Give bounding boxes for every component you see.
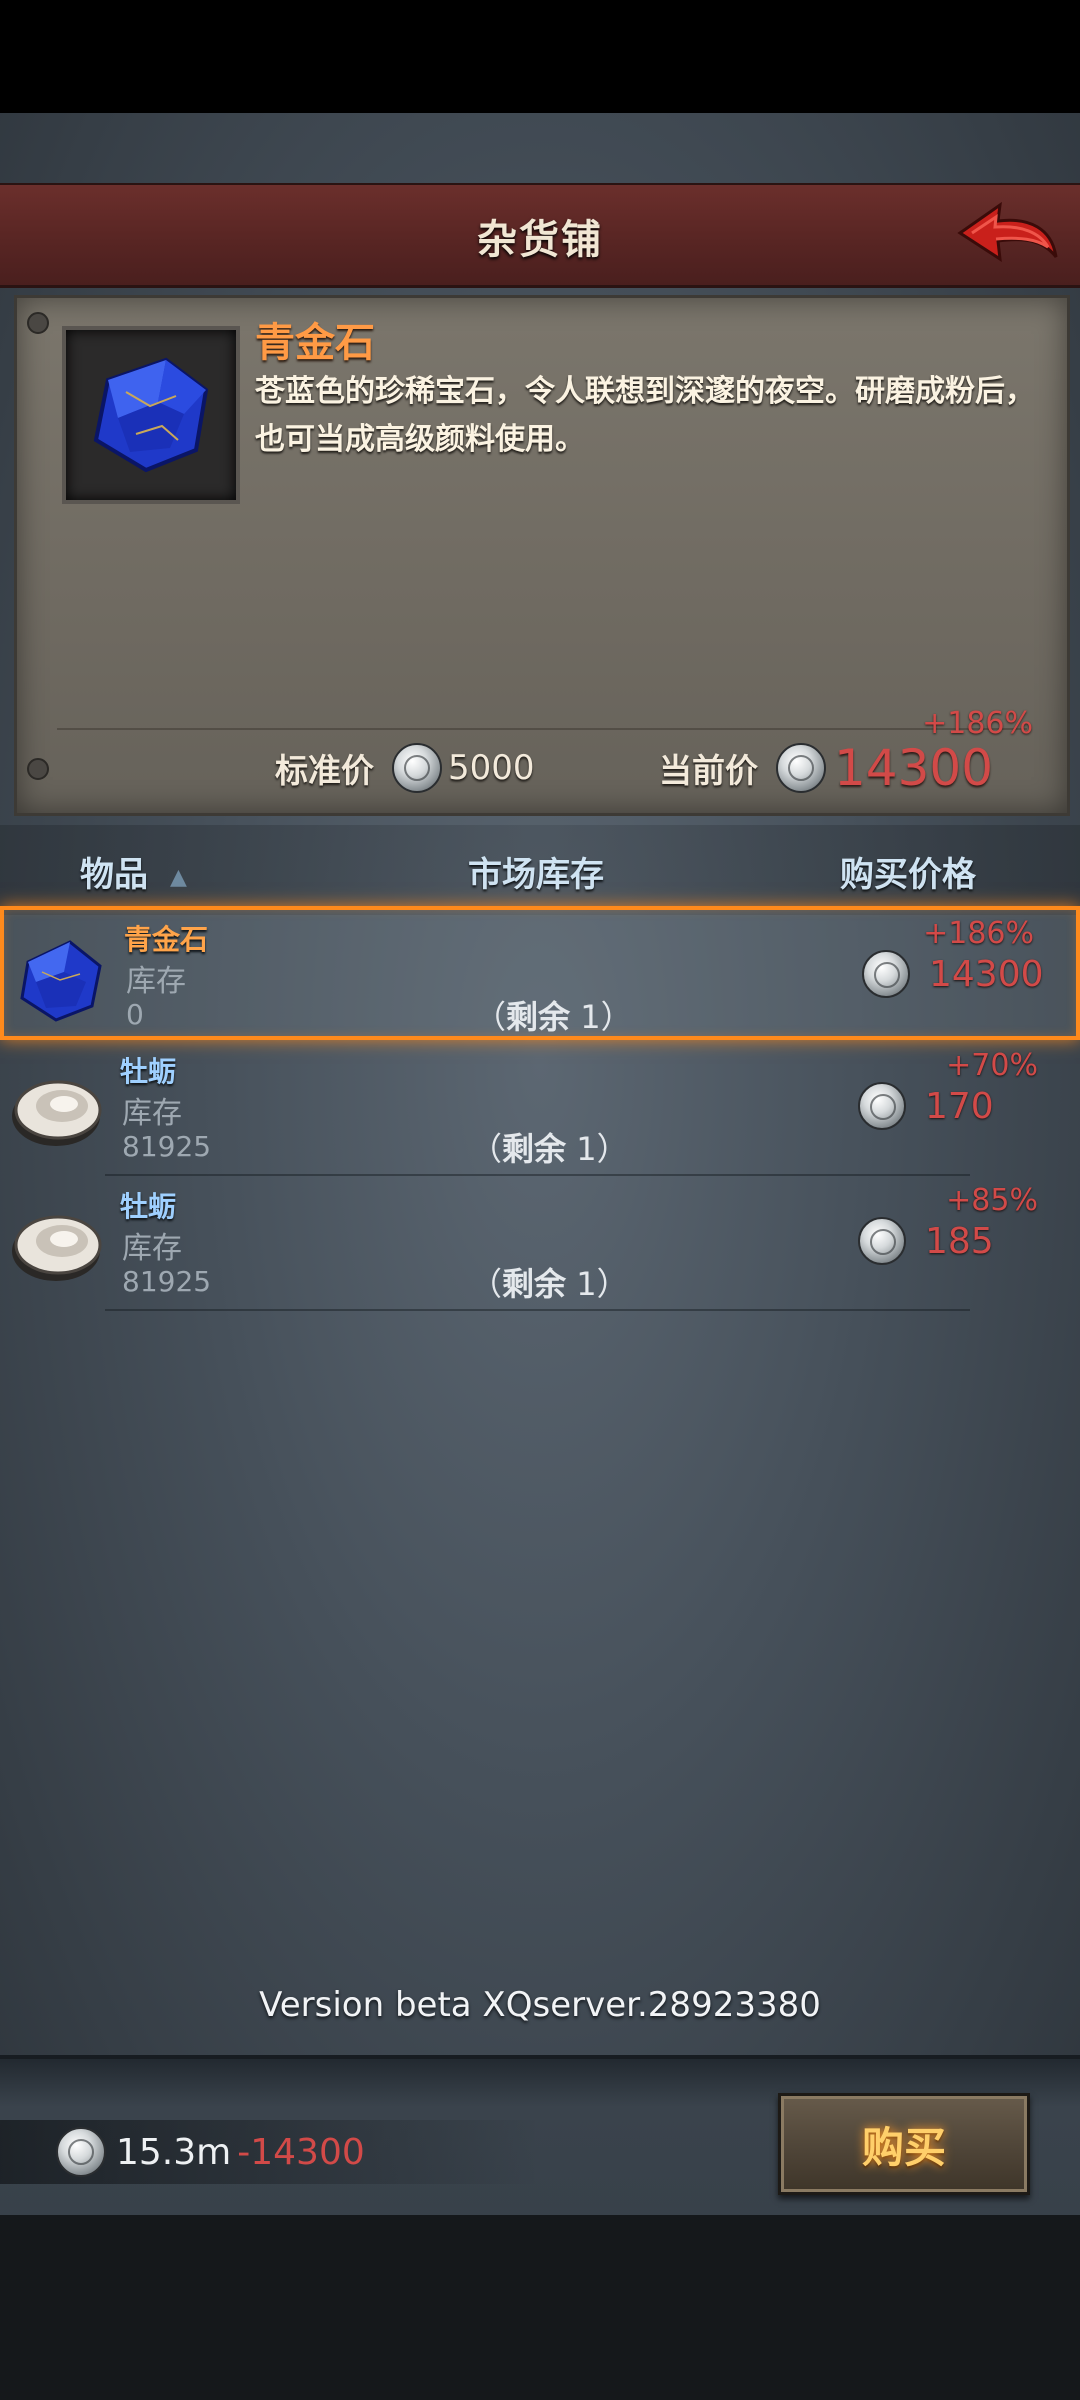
row-market-remaining: （剩余 1） <box>470 1265 629 1303</box>
column-header-stock[interactable]: 市场库存 <box>468 847 604 896</box>
item-detail-panel: 青金石 苍蓝色的珍稀宝石，令人联想到深邃的夜空。研磨成粉后，也可当成高级颜料使用… <box>14 295 1070 816</box>
remain-label: 剩余 <box>506 998 571 1036</box>
buy-button-label: 购买 <box>861 2122 946 2172</box>
row-price-change: +70% <box>946 1048 1038 1083</box>
lapis-lazuli-icon <box>93 357 209 473</box>
row-price-change: +186% <box>923 916 1034 951</box>
remain-value: 1 <box>576 1130 597 1168</box>
title-bar: 杂货铺 <box>0 183 1080 288</box>
item-description: 苍蓝色的珍稀宝石，令人联想到深邃的夜空。研磨成粉后，也可当成高级颜料使用。 <box>255 374 1035 457</box>
row-item-name: 青金石 <box>124 923 209 956</box>
current-price-value: 14300 <box>834 739 994 797</box>
table-row[interactable]: 牡蛎 库存 81925 （剩余 1） +85% 185 <box>0 1177 1080 1311</box>
row-stock-label: 库存 <box>126 964 186 999</box>
row-price-change: +85% <box>946 1183 1038 1218</box>
balance-cost: -14300 <box>237 2131 365 2173</box>
silver-coin-icon <box>392 743 442 793</box>
row-stock-value: 81925 <box>122 1130 212 1163</box>
item-name: 青金石 <box>255 320 375 366</box>
row-price: 185 <box>925 1221 994 1262</box>
table-row[interactable]: 牡蛎 库存 81925 （剩余 1） +70% 170 <box>0 1042 1080 1176</box>
silver-coin-icon <box>776 743 826 793</box>
oyster-icon <box>12 1080 102 1146</box>
standard-price-value: 5000 <box>448 748 535 788</box>
row-item-name: 牡蛎 <box>120 1190 177 1223</box>
row-divider <box>105 1174 970 1176</box>
sort-ascending-icon: ▲ <box>170 865 187 890</box>
oyster-icon <box>12 1215 102 1281</box>
remain-label: 剩余 <box>502 1130 567 1168</box>
row-stock-label: 库存 <box>122 1096 182 1131</box>
version-label: Version beta XQserver.28923380 <box>259 1985 821 2025</box>
current-price-label: 当前价 <box>659 751 758 790</box>
row-item-name: 牡蛎 <box>120 1055 177 1088</box>
standard-price-label: 标准价 <box>275 751 374 790</box>
row-stock-value: 81925 <box>122 1265 212 1298</box>
row-price: 14300 <box>929 954 1044 995</box>
item-image-frame <box>62 326 240 504</box>
back-button[interactable] <box>952 195 1062 275</box>
remain-value: 1 <box>576 1265 597 1303</box>
table-header: 物品 ▲ 市场库存 购买价格 <box>0 825 1080 915</box>
price-change-percent: +186% <box>922 706 1033 741</box>
pin-decoration <box>27 758 49 780</box>
back-arrow-icon <box>957 201 1058 262</box>
remain-label: 剩余 <box>502 1265 567 1303</box>
standard-price: 标准价 5000 <box>275 738 535 798</box>
balance-value: 15.3m <box>116 2131 232 2173</box>
balance-display: 15.3m -14300 <box>0 2120 540 2184</box>
column-header-item[interactable]: 物品 <box>80 847 148 896</box>
silver-coin-icon <box>858 1082 906 1130</box>
divider <box>57 728 1027 730</box>
silver-coin-icon <box>862 950 910 998</box>
row-stock-label: 库存 <box>122 1231 182 1266</box>
row-stock-value: 0 <box>126 998 144 1031</box>
bottom-background <box>0 2215 1080 2400</box>
silver-coin-icon <box>56 2127 106 2177</box>
silver-coin-icon <box>858 1217 906 1265</box>
pin-decoration <box>27 312 49 334</box>
table-row[interactable]: 青金石 库存 0 （剩余 1） +186% 14300 <box>0 906 1080 1040</box>
page-title: 杂货铺 <box>477 217 603 263</box>
column-header-price[interactable]: 购买价格 <box>840 847 976 896</box>
row-divider <box>105 1309 970 1311</box>
buy-button[interactable]: 购买 <box>778 2093 1030 2195</box>
row-price: 170 <box>925 1086 994 1127</box>
current-price: 当前价 14300 <box>659 738 993 798</box>
row-market-remaining: （剩余 1） <box>474 998 633 1036</box>
row-market-remaining: （剩余 1） <box>470 1130 629 1168</box>
lapis-lazuli-icon <box>20 940 102 1022</box>
remain-value: 1 <box>580 998 601 1036</box>
